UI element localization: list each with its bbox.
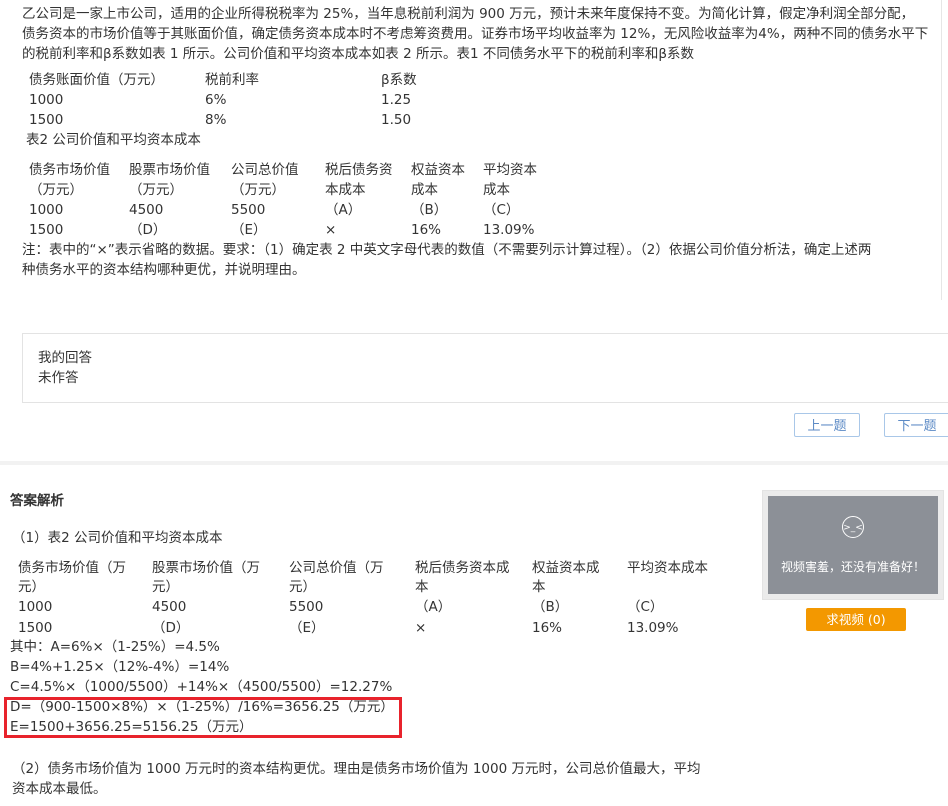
request-video-button[interactable]: 求视频 (0) — [806, 608, 906, 631]
analysis-cell: × — [415, 620, 427, 636]
analysis-header: 本 — [532, 579, 546, 595]
analysis-cell: （B） — [532, 599, 569, 615]
question-line: 乙公司是一家上市公司，适用的企业所得税税率为 25%，当年息税前利润为 900 … — [22, 6, 915, 22]
prev-question-button[interactable]: 上一题 — [794, 413, 860, 437]
table2-header: （万元） — [29, 182, 83, 198]
question-text: 乙公司是一家上市公司，适用的企业所得税税率为 25%，当年息税前利润为 900 … — [22, 4, 928, 64]
analysis-cell: （C） — [627, 599, 664, 615]
analysis-header: 平均资本成本 — [627, 560, 708, 576]
analysis-header: 税后债务资本成 — [415, 560, 510, 576]
table2-cell: （B） — [411, 202, 448, 218]
analysis-header: 元） — [289, 579, 316, 595]
analysis-header: 公司总价值（万 — [289, 560, 384, 576]
note-line: 注：表中的“×”表示省略的数据。要求：（1）确定表 2 中英文字母代表的数值（不… — [22, 242, 872, 258]
table2-cell: 16% — [411, 222, 442, 238]
table2-header: 平均资本 — [483, 162, 537, 178]
calc-line: B=4%+1.25×（12%-4%）=14% — [10, 659, 230, 675]
table2-cell: （E） — [231, 222, 267, 238]
analysis-header: 债务市场价值（万 — [18, 560, 126, 576]
table2-header: 权益资本 — [411, 162, 465, 178]
highlight-box — [4, 697, 402, 738]
video-message: 视频害羞，还没有准备好！ — [780, 560, 925, 574]
table2-header: 成本 — [483, 182, 510, 198]
table2-header: 本成本 — [325, 182, 366, 198]
panel-border — [941, 0, 942, 300]
analysis-header: 元） — [152, 579, 179, 595]
analysis-cell: 13.09% — [627, 620, 679, 636]
my-answer-label: 我的回答 — [38, 350, 92, 366]
conclusion-line: （2）债务市场价值为 1000 万元时的资本结构更优。理由是债务市场价值为 10… — [12, 761, 701, 777]
table2-header: 股票市场价值 — [129, 162, 210, 178]
table1-cell: 1000 — [29, 92, 64, 108]
table1-cell: 8% — [205, 112, 227, 128]
next-question-button[interactable]: 下一题 — [884, 413, 948, 437]
section-divider — [0, 461, 948, 465]
table2-header: 成本 — [411, 182, 438, 198]
analysis-cell: （D） — [152, 620, 190, 636]
analysis-cell: 1000 — [18, 599, 53, 615]
my-answer-box: 我的回答 未作答 — [22, 333, 948, 403]
analysis-cell: （E） — [289, 620, 325, 636]
analysis-cell: （A） — [415, 599, 452, 615]
video-placeholder: >_< 视频害羞，还没有准备好！ — [768, 496, 938, 594]
table2-cell: 1000 — [29, 202, 64, 218]
analysis-header: 元） — [18, 579, 45, 595]
question-note: 注：表中的“×”表示省略的数据。要求：（1）确定表 2 中英文字母代表的数值（不… — [22, 240, 871, 280]
calc-line: C=4.5%×（1000/5500）+14%×（4500/5500）=12.27… — [10, 679, 393, 695]
table2-header: 债务市场价值 — [29, 162, 110, 178]
table2-cell: 13.09% — [483, 222, 535, 238]
table2-cell: 1500 — [29, 222, 64, 238]
table1-header: β系数 — [381, 72, 417, 88]
question-panel: 乙公司是一家上市公司，适用的企业所得税税率为 25%，当年息税前利润为 900 … — [0, 0, 948, 300]
conclusion-line: 资本成本最低。 — [12, 781, 107, 797]
table1-cell: 1.25 — [381, 92, 412, 108]
table2-caption: 表2 公司价值和平均资本成本 — [26, 132, 201, 148]
analysis-cell: 1500 — [18, 620, 53, 636]
table1-cell: 1.50 — [381, 112, 412, 128]
note-line: 种债务水平的资本结构哪种更优，并说明理由。 — [22, 262, 306, 278]
analysis-title: 答案解析 — [10, 493, 64, 509]
analysis-cell: 16% — [532, 620, 563, 636]
video-panel: >_< 视频害羞，还没有准备好！ — [762, 490, 944, 600]
table2-cell: （A） — [325, 202, 362, 218]
analysis-cell: 5500 — [289, 599, 324, 615]
table1-cell: 6% — [205, 92, 227, 108]
table2-cell: × — [325, 222, 337, 238]
analysis-header: 本 — [415, 579, 429, 595]
table1-header: 债务账面价值（万元） — [29, 72, 164, 88]
analysis-header: 权益资本成 — [532, 560, 600, 576]
question-line: 债务资本的市场价值等于其账面价值，确定债务资本成本时不考虑筹资费用。证券市场平均… — [22, 26, 929, 42]
analysis-cell: 4500 — [152, 599, 187, 615]
table1-cell: 1500 — [29, 112, 64, 128]
table2-cell: 4500 — [129, 202, 164, 218]
table2-cell: 5500 — [231, 202, 266, 218]
table2-cell: （D） — [129, 222, 167, 238]
table2-header: 公司总价值 — [231, 162, 299, 178]
table2-cell: （C） — [483, 202, 520, 218]
table1-header: 税前利率 — [205, 72, 259, 88]
table2-header: （万元） — [231, 182, 285, 198]
analysis-conclusion: （2）债务市场价值为 1000 万元时的资本结构更优。理由是债务市场价值为 10… — [12, 759, 700, 799]
analysis-header: 股票市场价值（万 — [152, 560, 260, 576]
table2-header: 税后债务资 — [325, 162, 393, 178]
my-answer-value: 未作答 — [38, 370, 79, 386]
shy-face-icon: >_< — [842, 516, 864, 538]
analysis-caption: （1）表2 公司价值和平均资本成本 — [12, 530, 223, 546]
calc-line: 其中：A=6%×（1-25%）=4.5% — [10, 639, 220, 655]
question-line: 的税前利率和β系数如表 1 所示。公司价值和平均资本成本如表 2 所示。表1 不… — [22, 46, 694, 62]
table2-header: （万元） — [129, 182, 183, 198]
